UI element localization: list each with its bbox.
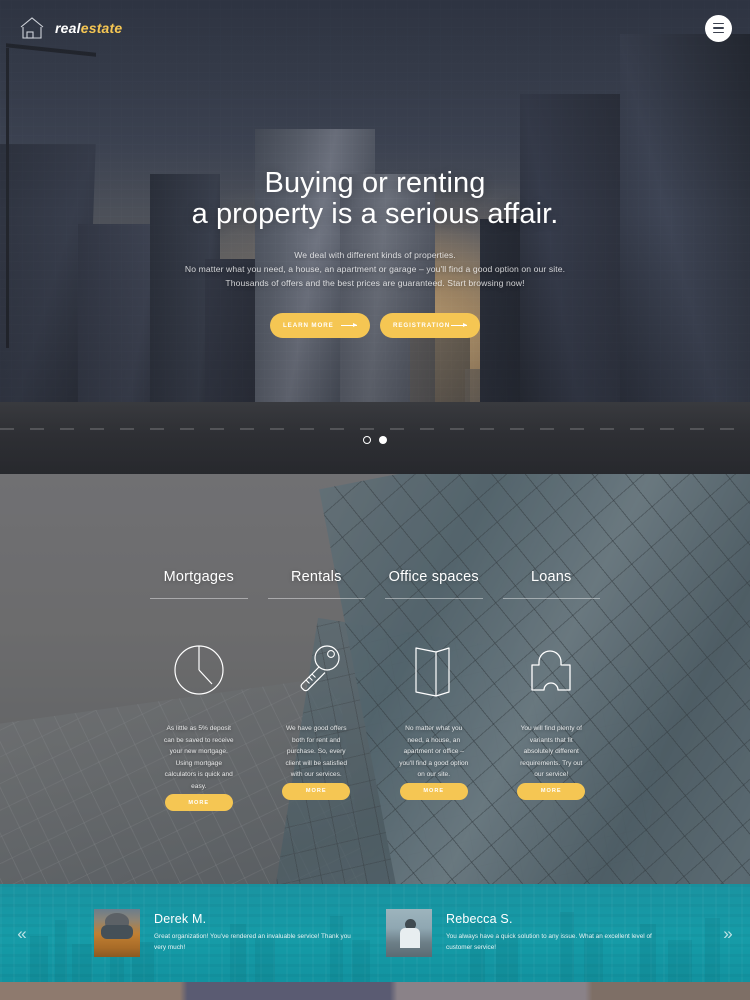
testimonials-carousel: « Derek M. Great organization! You've re… — [0, 884, 750, 982]
service-divider — [385, 598, 483, 599]
slider-dot-1[interactable] — [363, 436, 371, 444]
hero-title: Buying or renting a property is a seriou… — [0, 167, 750, 231]
service-card-office-spaces: Office spaces No matter what you need, a… — [375, 569, 493, 811]
service-card-loans: Loans You will find plenty of variants t… — [493, 569, 611, 811]
site-header: realestate — [0, 0, 750, 56]
service-tab-mortgages[interactable]: Mortgages — [140, 569, 258, 598]
logo-text-accent: estate — [80, 20, 123, 36]
service-divider — [502, 598, 600, 599]
pie-chart-icon — [140, 625, 258, 715]
carousel-prev-icon[interactable]: « — [10, 925, 34, 942]
service-card-rentals: Rentals We have good offers both for ren… — [258, 569, 376, 811]
hero-button-group: LEARN MORE REGISTRATION — [0, 313, 750, 339]
open-door-icon — [375, 625, 493, 715]
arrow-right-icon — [451, 323, 467, 328]
site-logo[interactable]: realestate — [18, 15, 122, 41]
hamburger-bar — [713, 22, 724, 25]
hero-section: realestate Buying or renting a property … — [0, 0, 750, 474]
avatar — [94, 909, 140, 957]
service-card-mortgages: Mortgages As little as 5% deposit can be… — [140, 569, 258, 812]
hamburger-bar — [713, 27, 724, 29]
registration-label: REGISTRATION — [393, 322, 451, 330]
slider-pagination — [0, 436, 750, 444]
more-button-office-spaces[interactable]: MORE — [399, 782, 468, 800]
slider-dot-2[interactable] — [379, 436, 387, 444]
hero-subtitle-line-1: We deal with different kinds of properti… — [294, 249, 456, 260]
testimonial-list: Derek M. Great organization! You've rend… — [34, 909, 716, 957]
more-button-loans[interactable]: MORE — [517, 782, 586, 800]
hero-subtitle-line-3: Thousands of offers and the best prices … — [225, 277, 525, 288]
hamburger-menu-icon[interactable] — [705, 14, 732, 42]
puzzle-piece-icon — [493, 625, 611, 715]
learn-more-button[interactable]: LEARN MORE — [270, 313, 370, 339]
service-description-rentals: We have good offers both for rent and pu… — [285, 725, 348, 779]
service-description-office-spaces: No matter what you need, a house, an apa… — [399, 725, 469, 779]
hero-title-line-2: a property is a serious affair. — [191, 198, 559, 231]
house-outline-icon — [18, 15, 46, 41]
service-divider — [150, 598, 248, 599]
hero-subtitle-line-2: No matter what you need, a house, an apa… — [184, 263, 566, 274]
service-divider — [267, 598, 365, 599]
testimonials-section: « Derek M. Great organization! You've re… — [0, 884, 750, 982]
services-grid: Mortgages As little as 5% deposit can be… — [0, 569, 750, 812]
services-section: Mortgages As little as 5% deposit can be… — [0, 474, 750, 884]
testimonial-quote: You always have a quick solution to any … — [446, 933, 652, 951]
hamburger-bar — [713, 31, 724, 34]
testimonial-quote: Great organization! You've rendered an i… — [154, 933, 351, 951]
avatar — [386, 909, 432, 957]
hero-subtitle: We deal with different kinds of properti… — [0, 248, 750, 291]
service-description-loans: You will find plenty of variants that fi… — [520, 725, 583, 779]
testimonial-item: Derek M. Great organization! You've rend… — [94, 909, 364, 957]
carousel-next-icon[interactable]: » — [716, 925, 740, 942]
service-tab-office-spaces[interactable]: Office spaces — [375, 569, 493, 598]
more-button-mortgages[interactable]: MORE — [164, 794, 233, 812]
testimonial-author-name: Derek M. — [154, 912, 207, 926]
key-icon — [258, 625, 376, 715]
learn-more-label: LEARN MORE — [283, 322, 334, 330]
service-description-mortgages: As little as 5% deposit can be saved to … — [163, 725, 234, 790]
hero-content: Buying or renting a property is a seriou… — [0, 167, 750, 339]
testimonial-author-name: Rebecca S. — [446, 912, 513, 926]
logo-text-primary: real — [55, 20, 81, 36]
more-button-rentals[interactable]: MORE — [282, 782, 351, 800]
registration-button[interactable]: REGISTRATION — [380, 313, 480, 339]
next-section-strip — [0, 982, 750, 1000]
arrow-right-icon — [341, 323, 357, 328]
testimonial-item: Rebecca S. You always have a quick solut… — [386, 909, 656, 957]
hero-title-line-1: Buying or renting — [264, 167, 486, 199]
service-tab-rentals[interactable]: Rentals — [258, 569, 376, 598]
service-tab-loans[interactable]: Loans — [493, 569, 611, 598]
